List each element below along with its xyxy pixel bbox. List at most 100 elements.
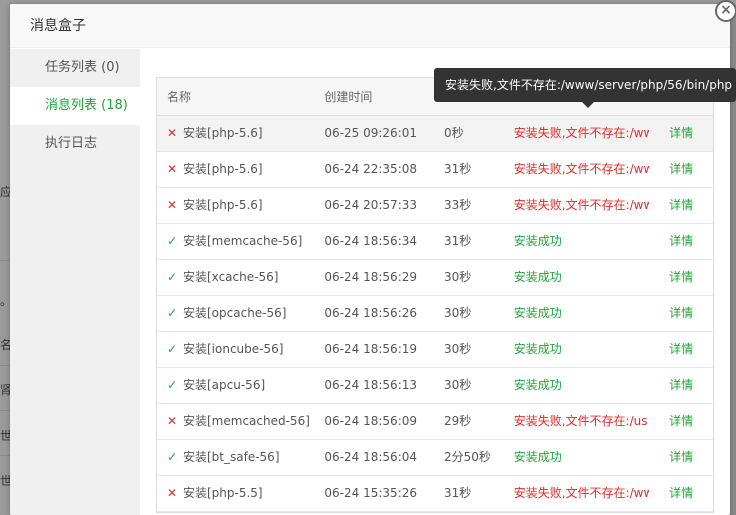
table-row[interactable]: ✓ 安装[xcache-56] 06-24 18:56:29 30秒 安装成功 详情 — [157, 260, 713, 296]
table-row[interactable]: ✓ 安装[bt_safe-56] 06-24 18:56:04 2分50秒 安装成功 详情 — [157, 440, 713, 476]
message-table: 名称 创建时间 ✕ 安装[php-5.6] 06-25 09:26:01 0秒 安装失败… — [156, 77, 714, 513]
row-result: 安装成功 — [513, 306, 562, 320]
row-result: 安装成功 — [513, 270, 562, 284]
row-created-time: 06-24 18:56:34 — [324, 234, 417, 248]
row-name-text: 安装[bt_safe-56] — [183, 450, 280, 464]
row-name-text: 安装[memcache-56] — [183, 234, 303, 248]
row-result: 安装失败,文件不存在:/www/server/php/56/bin/php — [513, 198, 650, 212]
table-row[interactable]: ✕ 安装[php-5.5] 06-24 15:35:26 31秒 安装失败,文件不存在:… — [157, 476, 713, 512]
fail-x-icon: ✕ — [167, 198, 178, 212]
row-duration: 31秒 — [443, 162, 472, 176]
success-check-icon: ✓ — [167, 306, 178, 320]
column-header-created-time: 创建时间 — [324, 90, 373, 104]
fail-x-icon: ✕ — [167, 414, 178, 428]
row-result: 安装成功 — [513, 234, 562, 248]
success-check-icon: ✓ — [167, 342, 178, 356]
fail-x-icon: ✕ — [167, 126, 178, 140]
row-name: ✕ 安装[php-5.6] — [157, 116, 324, 151]
row-details-link[interactable]: 详情 — [649, 260, 713, 295]
row-name-text: 安装[xcache-56] — [183, 270, 279, 284]
tooltip-arrow — [582, 102, 594, 108]
row-details-link[interactable]: 详情 — [649, 152, 713, 187]
row-created-time: 06-24 18:56:29 — [324, 270, 417, 284]
row-name: ✓ 安装[opcache-56] — [157, 296, 324, 331]
message-table-container: 名称 创建时间 ✕ 安装[php-5.6] 06-25 09:26:01 0秒 安装失败… — [156, 77, 714, 513]
table-row[interactable]: ✓ 安装[opcache-56] 06-24 18:56:26 30秒 安装成功 详情 — [157, 296, 713, 332]
row-details-link[interactable]: 详情 — [649, 368, 713, 403]
row-name-text: 安装[opcache-56] — [183, 306, 287, 320]
row-duration: 33秒 — [443, 198, 472, 212]
row-details-link[interactable]: 详情 — [649, 116, 713, 151]
table-row[interactable]: ✕ 安装[php-5.6] 06-24 20:57:33 33秒 安装失败,文件不存在:… — [157, 188, 713, 224]
row-details-link[interactable]: 详情 — [649, 476, 713, 511]
table-body: ✕ 安装[php-5.6] 06-25 09:26:01 0秒 安装失败,文件不存在:/… — [157, 116, 713, 512]
row-duration: 30秒 — [443, 378, 472, 392]
row-created-time: 06-24 18:56:26 — [324, 306, 417, 320]
row-duration: 30秒 — [443, 342, 472, 356]
sidebar-item-task-list[interactable]: 任务列表 (0) — [10, 49, 140, 87]
close-icon[interactable]: × — [715, 0, 736, 22]
row-details-link[interactable]: 详情 — [649, 440, 713, 475]
row-result: 安装成功 — [513, 450, 562, 464]
row-name-text: 安装[php-5.6] — [183, 162, 263, 176]
row-result: 安装失败,文件不存在:/www/server/php/55/bin/php — [513, 486, 650, 500]
row-result: 安装失败,文件不存在:/www/server/php/56/bin/php — [513, 126, 650, 140]
success-check-icon: ✓ — [167, 378, 178, 392]
sidebar-item-message-list[interactable]: 消息列表 (18) — [10, 87, 140, 125]
row-duration: 31秒 — [443, 234, 472, 248]
row-name: ✓ 安装[xcache-56] — [157, 260, 324, 295]
row-details-link[interactable]: 详情 — [649, 188, 713, 223]
row-result: 安装成功 — [513, 378, 562, 392]
row-created-time: 06-24 18:56:04 — [324, 450, 417, 464]
row-created-time: 06-24 18:56:13 — [324, 378, 417, 392]
row-duration: 31秒 — [443, 486, 472, 500]
row-name-text: 安装[php-5.5] — [183, 486, 263, 500]
fail-x-icon: ✕ — [167, 486, 178, 500]
row-name: ✓ 安装[bt_safe-56] — [157, 440, 324, 475]
row-name: ✕ 安装[memcached-56] — [157, 404, 324, 439]
row-created-time: 06-24 18:56:19 — [324, 342, 417, 356]
table-row[interactable]: ✕ 安装[php-5.6] 06-25 09:26:01 0秒 安装失败,文件不存在:/… — [157, 116, 713, 152]
row-details-link[interactable]: 详情 — [649, 224, 713, 259]
table-row[interactable]: ✕ 安装[memcached-56] 06-24 18:56:09 29秒 安装失败,文… — [157, 404, 713, 440]
row-details-link[interactable]: 详情 — [649, 404, 713, 439]
row-name-text: 安装[ioncube-56] — [183, 342, 284, 356]
success-check-icon: ✓ — [167, 450, 178, 464]
row-created-time: 06-24 15:35:26 — [324, 486, 417, 500]
table-row[interactable]: ✓ 安装[apcu-56] 06-24 18:56:13 30秒 安装成功 详情 — [157, 368, 713, 404]
row-created-time: 06-25 09:26:01 — [324, 126, 417, 140]
row-name-text: 安装[memcached-56] — [183, 414, 310, 428]
row-created-time: 06-24 20:57:33 — [324, 198, 417, 212]
row-result: 安装成功 — [513, 342, 562, 356]
modal-title: 消息盒子 — [10, 4, 730, 48]
row-result: 安装失败,文件不存在:/www/server/php/56/bin/php — [513, 162, 650, 176]
success-check-icon: ✓ — [167, 270, 178, 284]
table-row[interactable]: ✓ 安装[memcache-56] 06-24 18:56:34 31秒 安装成功 详情 — [157, 224, 713, 260]
fail-x-icon: ✕ — [167, 162, 178, 176]
row-duration: 30秒 — [443, 306, 472, 320]
table-row[interactable]: ✕ 安装[php-5.6] 06-24 22:35:08 31秒 安装失败,文件不存在:… — [157, 152, 713, 188]
row-result: 安装失败,文件不存在:/us — [513, 414, 648, 428]
row-duration: 0秒 — [443, 126, 464, 140]
row-created-time: 06-24 22:35:08 — [324, 162, 417, 176]
row-details-link[interactable]: 详情 — [649, 332, 713, 367]
row-name: ✓ 安装[memcache-56] — [157, 224, 324, 259]
row-duration: 30秒 — [443, 270, 472, 284]
row-name: ✓ 安装[apcu-56] — [157, 368, 324, 403]
row-name-text: 安装[apcu-56] — [183, 378, 266, 392]
row-duration: 2分50秒 — [443, 450, 491, 464]
success-check-icon: ✓ — [167, 234, 178, 248]
sidebar: 任务列表 (0) 消息列表 (18) 执行日志 — [10, 49, 140, 515]
row-name: ✕ 安装[php-5.5] — [157, 476, 324, 511]
column-header-name: 名称 — [167, 90, 192, 104]
row-name: ✓ 安装[ioncube-56] — [157, 332, 324, 367]
row-name-text: 安装[php-5.6] — [183, 126, 263, 140]
row-name-text: 安装[php-5.6] — [183, 198, 263, 212]
sidebar-item-execution-log[interactable]: 执行日志 — [10, 125, 140, 163]
result-tooltip: 安装失败,文件不存在:/www/server/php/56/bin/php — [434, 68, 736, 102]
row-name: ✕ 安装[php-5.6] — [157, 152, 324, 187]
row-created-time: 06-24 18:56:09 — [324, 414, 417, 428]
row-name: ✕ 安装[php-5.6] — [157, 188, 324, 223]
row-details-link[interactable]: 详情 — [649, 296, 713, 331]
table-row[interactable]: ✓ 安装[ioncube-56] 06-24 18:56:19 30秒 安装成功 详情 — [157, 332, 713, 368]
